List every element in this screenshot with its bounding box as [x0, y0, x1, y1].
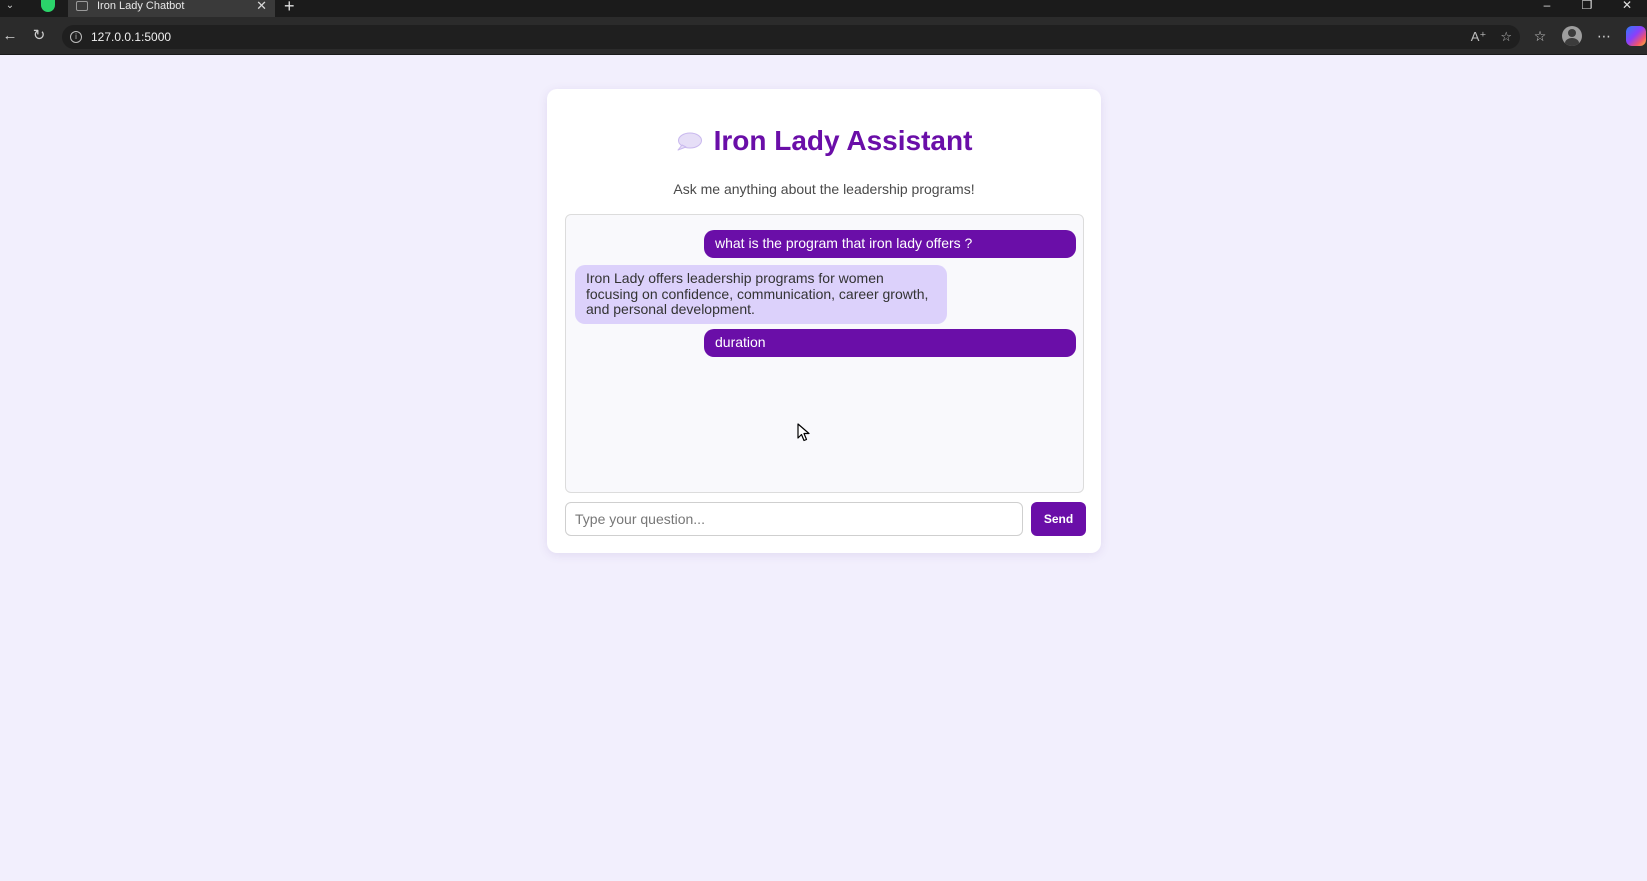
reload-icon[interactable]: ↻ [29, 26, 49, 46]
favorites-list-icon[interactable]: ☆ [1530, 25, 1550, 47]
new-tab-button[interactable]: + [284, 0, 295, 17]
back-arrow-icon[interactable]: ← [0, 26, 20, 46]
page-title: Iron Lady Assistant [713, 125, 973, 156]
green-app-icon [41, 0, 55, 12]
user-message: what is the program that iron lady offer… [704, 230, 1076, 258]
browser-toolbar: ← ↻ i 127.0.0.1:5000 A⁺ ☆ ☆ ⋯ [0, 17, 1647, 55]
page-icon [76, 0, 88, 11]
minimize-icon[interactable]: – [1527, 0, 1567, 17]
mouse-pointer-icon [797, 423, 810, 442]
read-aloud-icon[interactable]: A⁺ [1471, 28, 1487, 46]
speech-bubble-icon [677, 132, 702, 151]
user-message: duration [704, 329, 1076, 357]
browser-tab-bar: ⌄ Iron Lady Chatbot ✕ + – ❐ ✕ [0, 0, 1647, 17]
tab-title: Iron Lady Chatbot [97, 0, 185, 12]
address-bar[interactable]: i 127.0.0.1:5000 A⁺ ☆ [62, 25, 1520, 49]
send-button[interactable]: Send [1031, 502, 1086, 536]
question-input[interactable] [565, 502, 1023, 536]
chat-card: Iron Lady Assistant Ask me anything abou… [547, 89, 1101, 553]
page-heading: Iron Lady Assistant [547, 125, 1101, 157]
close-window-icon[interactable]: ✕ [1607, 0, 1647, 17]
bot-message: Iron Lady offers leadership programs for… [575, 265, 947, 324]
tab-actions-chevron-icon[interactable]: ⌄ [2, 0, 18, 12]
site-info-icon[interactable]: i [70, 31, 82, 43]
address-url[interactable]: 127.0.0.1:5000 [91, 30, 171, 44]
window-controls: – ❐ ✕ [1527, 0, 1647, 17]
message-input-row: Send [565, 502, 1086, 536]
more-menu-icon[interactable]: ⋯ [1594, 25, 1614, 47]
page-subtitle: Ask me anything about the leadership pro… [673, 181, 975, 197]
copilot-icon[interactable] [1626, 26, 1646, 46]
chat-history[interactable]: what is the program that iron lady offer… [565, 214, 1084, 493]
tab-close-icon[interactable]: ✕ [256, 0, 267, 14]
profile-avatar-icon[interactable] [1562, 26, 1582, 46]
pinned-tab[interactable] [38, 0, 58, 12]
browser-tab-active[interactable]: Iron Lady Chatbot ✕ [68, 0, 275, 17]
favorite-star-icon[interactable]: ☆ [1500, 28, 1512, 46]
restore-icon[interactable]: ❐ [1567, 0, 1607, 17]
